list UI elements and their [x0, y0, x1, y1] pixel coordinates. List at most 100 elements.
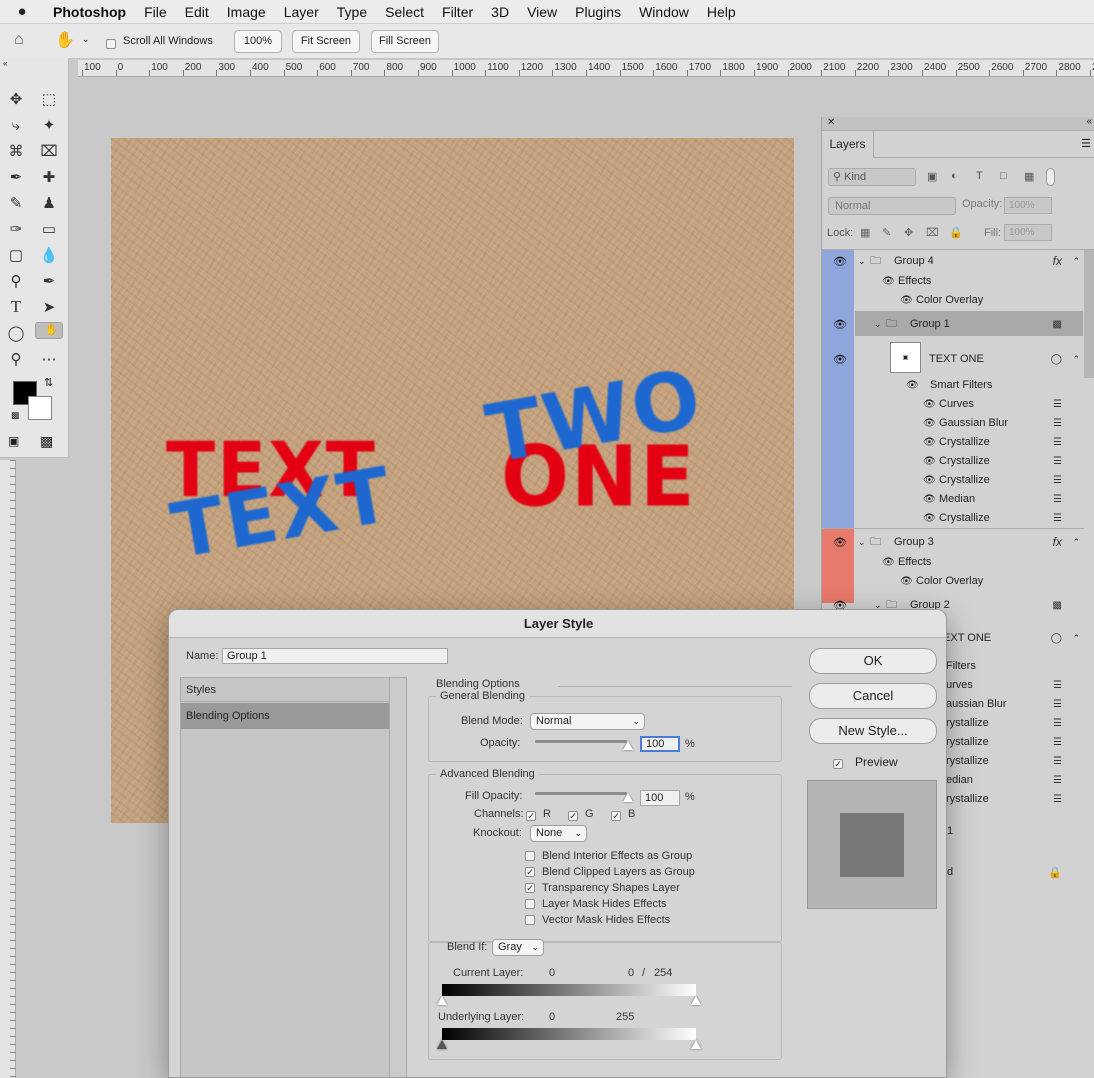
underlying-layer-white-thumb[interactable]: [691, 1040, 701, 1049]
visibility-eye-icon[interactable]: 👁: [906, 380, 919, 391]
fill-opacity-slider-thumb[interactable]: [623, 793, 633, 802]
layer-smart-filters[interactable]: 👁 Smart Filters: [822, 375, 1084, 395]
quick-mask-icon[interactable]: ▣: [8, 434, 19, 448]
gradient-tool-icon[interactable]: ▢: [2, 244, 30, 266]
cancel-button[interactable]: Cancel: [809, 683, 937, 709]
filter-options-icon[interactable]: ☰: [1053, 756, 1062, 767]
advanced-option-row[interactable]: ✓ Transparency Shapes Layer: [525, 880, 680, 894]
screen-mode-icon[interactable]: ▩: [40, 433, 53, 450]
lock-all-icon[interactable]: 🔒: [949, 226, 963, 239]
healing-brush-tool-icon[interactable]: ✚: [35, 166, 63, 188]
apple-icon[interactable]: ●: [0, 3, 44, 20]
smart-filter-row[interactable]: 👁 Crystallize ☰: [822, 451, 1084, 471]
visibility-eye-icon[interactable]: 👁: [923, 513, 936, 524]
filter-pixel-icon[interactable]: ▣: [927, 170, 937, 183]
home-icon[interactable]: ⌂: [14, 31, 24, 49]
advanced-option-row[interactable]: Blend Interior Effects as Group: [525, 848, 692, 862]
chevron-up-icon[interactable]: ⌃: [1072, 354, 1080, 365]
filter-options-icon[interactable]: ☰: [1053, 794, 1062, 805]
fill-screen-button[interactable]: Fill Screen: [371, 30, 439, 53]
visibility-eye-icon[interactable]: 👁: [833, 255, 847, 268]
smart-filter-row[interactable]: 👁 Crystallize ☰: [822, 470, 1084, 490]
magic-wand-tool-icon[interactable]: ✦: [35, 114, 63, 136]
visibility-eye-icon[interactable]: 👁: [882, 557, 895, 568]
chevron-down-icon[interactable]: ⌄: [874, 319, 882, 330]
zoom-100-button[interactable]: 100%: [234, 30, 282, 53]
filter-options-icon[interactable]: ☰: [1053, 513, 1062, 524]
menu-filter[interactable]: Filter: [433, 4, 482, 20]
brush-tool-icon[interactable]: ✎: [2, 192, 30, 214]
visibility-eye-icon[interactable]: 👁: [882, 276, 895, 287]
smart-filter-row[interactable]: 👁 Crystallize ☰: [822, 508, 1084, 528]
collapse-icon[interactable]: «: [1086, 116, 1092, 127]
filter-options-icon[interactable]: ☰: [1053, 399, 1062, 410]
menu-help[interactable]: Help: [698, 4, 745, 20]
crop-tool-icon[interactable]: ⌘: [2, 140, 30, 162]
layer-effects[interactable]: 👁 Effects: [822, 271, 1084, 291]
chevron-up-icon[interactable]: ⌃: [1072, 537, 1080, 548]
visibility-eye-icon[interactable]: 👁: [833, 536, 847, 549]
lock-transparent-icon[interactable]: ▦: [860, 226, 870, 239]
layer-text-one[interactable]: 👁 ▣ TEXT ONE ◯ ⌃: [822, 342, 1084, 376]
name-input[interactable]: Group 1: [222, 648, 448, 664]
smart-filter-row[interactable]: 👁 Median ☰: [822, 489, 1084, 509]
smart-filter-row[interactable]: 👁 Curves ☰: [822, 394, 1084, 414]
styles-scrollbar[interactable]: [390, 677, 407, 1077]
layer-group-4[interactable]: 👁 ⌄ 🗀 Group 4 fx ⌃: [822, 251, 1084, 271]
fit-screen-button[interactable]: Fit Screen: [292, 30, 360, 53]
current-layer-white-thumb[interactable]: [691, 996, 701, 1005]
filter-type-icon[interactable]: T: [976, 170, 983, 182]
advanced-option-row[interactable]: Layer Mask Hides Effects: [525, 896, 667, 910]
visibility-eye-icon[interactable]: 👁: [833, 318, 847, 331]
eraser-tool-icon[interactable]: ▭: [35, 218, 63, 240]
lock-pixels-icon[interactable]: ✎: [882, 226, 891, 239]
menu-select[interactable]: Select: [376, 4, 433, 20]
hand-tool-icon[interactable]: ✋: [55, 30, 75, 50]
dodge-tool-icon[interactable]: ⚲: [2, 270, 30, 292]
visibility-eye-icon[interactable]: 👁: [900, 576, 913, 587]
visibility-eye-icon[interactable]: 👁: [923, 418, 936, 429]
blur-tool-icon[interactable]: 💧: [35, 244, 63, 266]
underlying-layer-gradient[interactable]: [442, 1028, 696, 1040]
filter-options-icon[interactable]: ☰: [1053, 737, 1062, 748]
close-icon[interactable]: ✕: [827, 117, 835, 128]
option-checkbox[interactable]: ✓: [525, 866, 535, 877]
current-layer-black-thumb[interactable]: [437, 996, 447, 1005]
zoom-tool-icon[interactable]: ⚲: [2, 348, 30, 370]
underlying-layer-black-thumb[interactable]: [437, 1040, 447, 1049]
menu-window[interactable]: Window: [630, 4, 698, 20]
move-tool-icon[interactable]: ✥: [2, 88, 30, 110]
hand-tool-icon[interactable]: ✋: [35, 322, 63, 339]
background-color-swatch[interactable]: [28, 396, 52, 420]
menu-image[interactable]: Image: [218, 4, 275, 20]
swap-colors-icon[interactable]: ⇅: [44, 376, 53, 389]
channel-g-checkbox[interactable]: ✓: [568, 808, 578, 822]
clone-stamp-tool-icon[interactable]: ♟: [35, 192, 63, 214]
pen-tool-icon[interactable]: ✒: [35, 270, 63, 292]
scrollbar[interactable]: [1084, 250, 1094, 378]
filter-options-icon[interactable]: ☰: [1053, 680, 1062, 691]
eyedropper-tool-icon[interactable]: ✒: [2, 166, 30, 188]
tab-layers[interactable]: Layers: [822, 131, 874, 158]
option-checkbox[interactable]: [525, 898, 535, 909]
opacity-slider[interactable]: [535, 740, 627, 743]
layer-color-overlay[interactable]: 👁 Color Overlay: [822, 290, 1084, 310]
menu-3d[interactable]: 3D: [482, 4, 518, 20]
visibility-eye-icon[interactable]: 👁: [923, 437, 936, 448]
frame-tool-icon[interactable]: ⌧: [35, 140, 63, 162]
history-brush-tool-icon[interactable]: ✑: [2, 218, 30, 240]
smart-filter-row[interactable]: 👁 Gaussian Blur ☰: [822, 413, 1084, 433]
option-checkbox[interactable]: [525, 850, 535, 861]
filter-options-icon[interactable]: ☰: [1053, 418, 1062, 429]
knockout-select[interactable]: None ⌄: [530, 825, 587, 842]
layer-color-overlay[interactable]: 👁 Color Overlay: [822, 571, 1084, 591]
filter-adjustment-icon[interactable]: ◐: [951, 170, 958, 182]
visibility-eye-icon[interactable]: 👁: [923, 399, 936, 410]
scroll-all-checkbox[interactable]: [106, 36, 116, 50]
channel-b-checkbox[interactable]: ✓: [611, 808, 621, 822]
visibility-eye-icon[interactable]: 👁: [923, 475, 936, 486]
filter-shape-icon[interactable]: □: [1000, 170, 1007, 182]
chevron-up-icon[interactable]: ⌃: [1072, 256, 1080, 267]
fx-icon[interactable]: fx: [1053, 535, 1062, 549]
option-checkbox[interactable]: [525, 914, 535, 925]
